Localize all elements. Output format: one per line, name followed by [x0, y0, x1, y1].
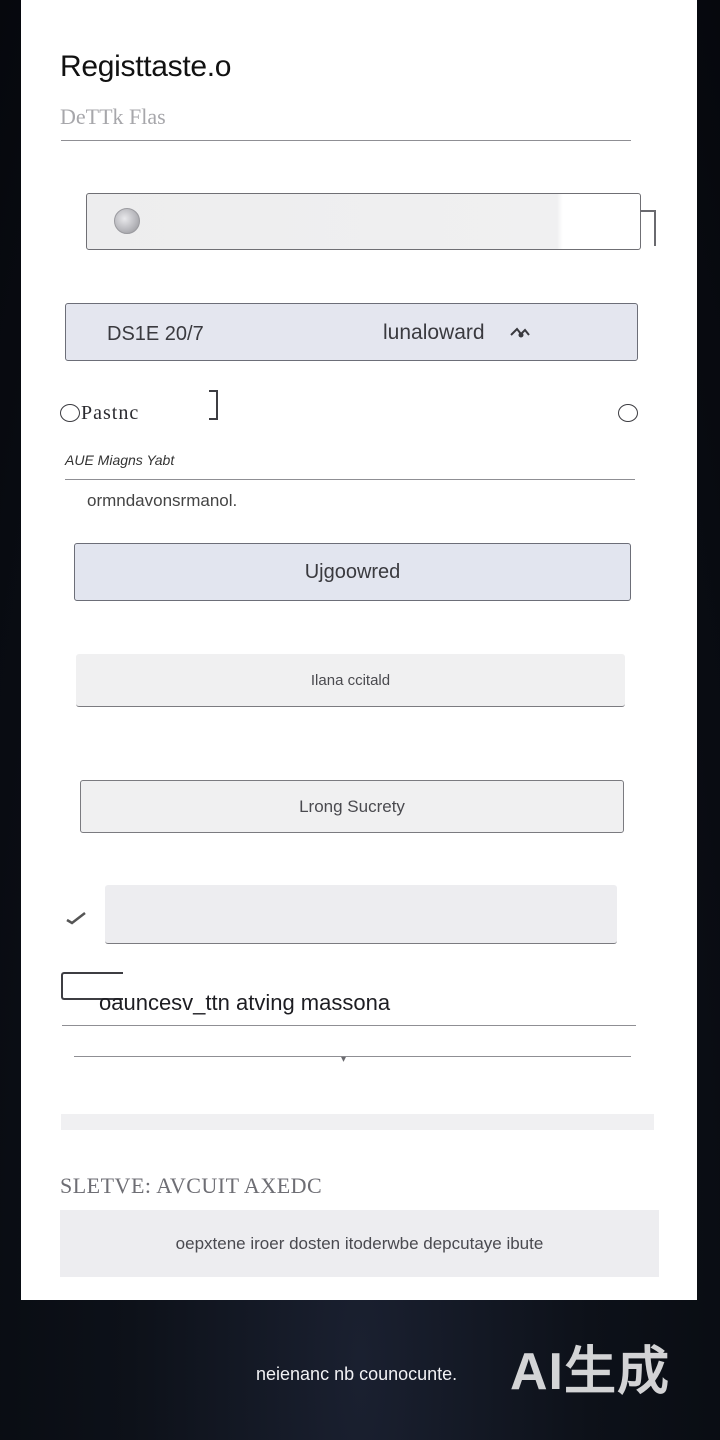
field-divider — [65, 479, 635, 480]
avatar-upload-field[interactable] — [86, 193, 641, 250]
page-subtitle: DeTTk Flas — [60, 104, 166, 129]
date-action-label: lunaloward — [383, 321, 485, 344]
date-value: DS1E 20/7 — [107, 323, 204, 345]
section-strip — [61, 1114, 654, 1130]
password-bracket — [209, 390, 218, 420]
avatar-icon — [114, 208, 140, 234]
password-toggle-radio-icon[interactable] — [618, 404, 638, 422]
option-divider — [62, 1025, 636, 1026]
section-heading: SLETVE: AVCUIT AXEDC — [60, 1173, 323, 1198]
primary-button[interactable]: Ujgoowred — [74, 543, 631, 601]
field-corner-bracket — [640, 210, 656, 246]
notice-box: oepxtene iroer dosten itoderwbe depcutay… — [60, 1210, 659, 1277]
password-radio-icon[interactable] — [60, 404, 80, 422]
watermark: AI生成 — [509, 1342, 670, 1401]
tertiary-button[interactable]: Lrong Sucrety — [80, 780, 624, 833]
section-divider — [74, 1056, 631, 1057]
text-input[interactable] — [105, 885, 617, 944]
field-label: AUE Miagns Yabt — [65, 452, 175, 468]
divider-notch-icon: ▾ — [341, 1054, 347, 1065]
page-title: Registtaste.o — [60, 50, 232, 83]
option-label: oauncesv_ttn atving massona — [99, 990, 391, 1015]
secondary-button[interactable]: Ilana ccitald — [76, 654, 625, 707]
check-icon[interactable] — [66, 908, 86, 931]
date-selector[interactable]: DS1E 20/7 lunaloward — [65, 303, 638, 361]
title-divider — [61, 140, 631, 141]
password-label: Pastnc — [81, 402, 140, 424]
arrow-icon — [509, 326, 531, 345]
footer-text: neienanc nb counocunte. — [256, 1364, 458, 1384]
helper-text: ormndavonsrmanol. — [87, 491, 238, 510]
registration-card: Registtaste.o DeTTk Flas DS1E 20/7 lunal… — [21, 0, 697, 1300]
